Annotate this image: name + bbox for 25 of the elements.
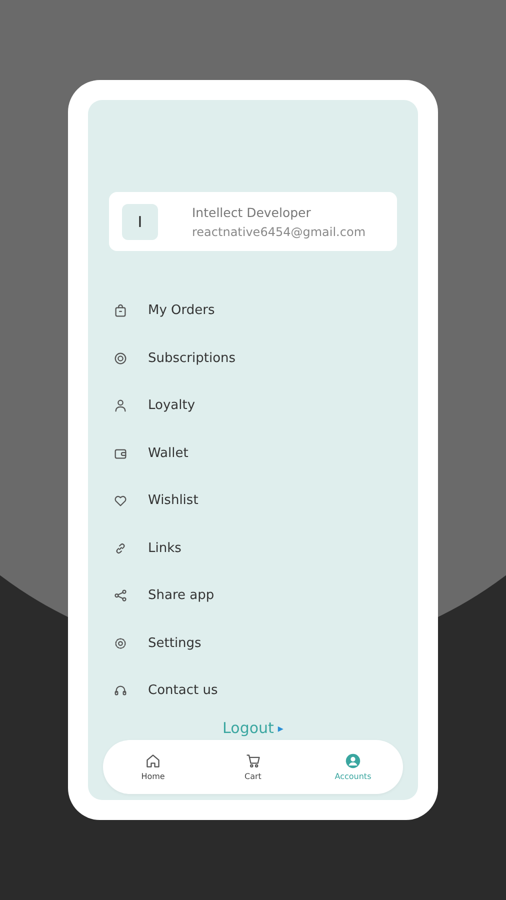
user-email: reactnative6454@gmail.com: [192, 224, 366, 238]
menu-item[interactable]: Links: [109, 524, 397, 572]
headset-icon: [113, 683, 128, 698]
home-icon: [145, 753, 161, 769]
user-name: Intellect Developer: [192, 204, 312, 220]
menu-item[interactable]: Loyalty: [109, 382, 397, 430]
nav-tab[interactable]: Home: [113, 753, 193, 781]
share-icon: [113, 588, 128, 604]
menu-item[interactable]: Wallet: [109, 430, 397, 477]
bag-icon: [113, 303, 128, 318]
menu-item[interactable]: Contact us: [109, 667, 397, 714]
menu-item[interactable]: My Orders: [109, 287, 397, 334]
nav-tab[interactable]: Cart: [213, 753, 293, 781]
menu-item[interactable]: Subscriptions: [109, 334, 397, 382]
cart-icon: [245, 753, 261, 769]
menu-item[interactable]: Wishlist: [109, 477, 397, 524]
menu-item[interactable]: Settings: [109, 620, 397, 667]
avatar: I: [122, 204, 158, 240]
settings-icon: [113, 636, 128, 651]
person-icon: [113, 398, 128, 414]
link-icon: [113, 540, 128, 556]
menu-item[interactable]: Share app: [109, 572, 397, 620]
heart-icon: [113, 493, 128, 508]
account-icon: [345, 753, 361, 769]
arrow-icon: ▸: [278, 722, 284, 734]
